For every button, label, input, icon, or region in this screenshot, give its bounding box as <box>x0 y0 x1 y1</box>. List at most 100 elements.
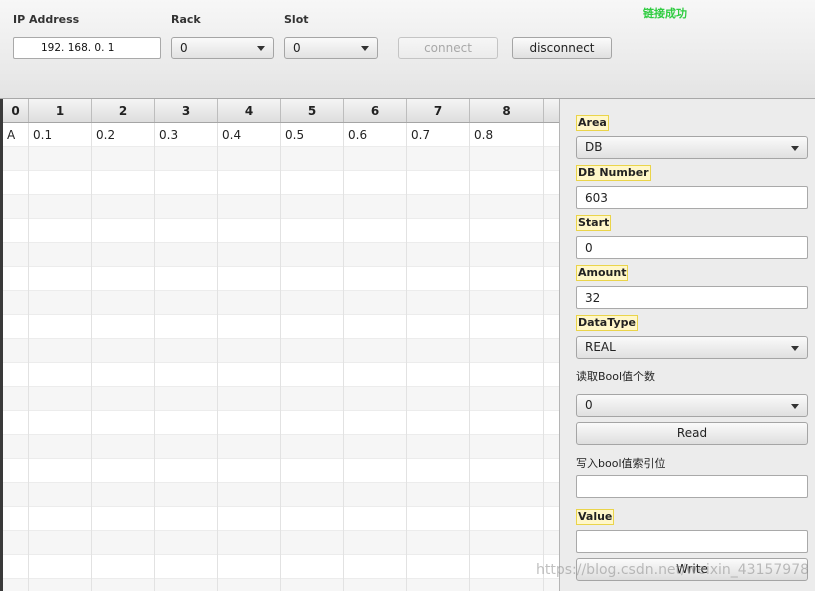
table-cell[interactable] <box>155 171 218 195</box>
table-row[interactable] <box>3 363 559 387</box>
table-cell[interactable] <box>344 147 407 171</box>
table-cell[interactable] <box>92 267 155 291</box>
table-cell[interactable] <box>344 507 407 531</box>
table-row[interactable] <box>3 291 559 315</box>
table-cell[interactable] <box>29 267 92 291</box>
table-cell[interactable] <box>344 459 407 483</box>
table-cell[interactable] <box>470 291 544 315</box>
table-cell[interactable] <box>344 291 407 315</box>
table-row[interactable] <box>3 195 559 219</box>
table-cell[interactable] <box>218 435 281 459</box>
table-cell[interactable] <box>344 219 407 243</box>
column-header[interactable]: 3 <box>155 99 218 122</box>
table-row[interactable] <box>3 267 559 291</box>
table-cell[interactable] <box>470 219 544 243</box>
table-row[interactable] <box>3 147 559 171</box>
table-cell[interactable] <box>470 435 544 459</box>
table-cell[interactable] <box>407 387 470 411</box>
table-cell[interactable] <box>3 267 29 291</box>
bool-count-select[interactable]: 0 <box>576 394 808 417</box>
table-cell[interactable] <box>407 555 470 579</box>
table-cell[interactable] <box>218 195 281 219</box>
table-cell[interactable] <box>407 219 470 243</box>
table-cell[interactable] <box>29 579 92 591</box>
table-cell[interactable] <box>92 483 155 507</box>
table-cell[interactable] <box>281 459 344 483</box>
table-cell[interactable] <box>470 531 544 555</box>
table-cell[interactable] <box>407 363 470 387</box>
table-cell[interactable] <box>218 579 281 591</box>
table-cell[interactable] <box>470 339 544 363</box>
table-cell[interactable] <box>281 147 344 171</box>
table-cell[interactable] <box>155 291 218 315</box>
slot-select[interactable]: 0 <box>284 37 378 59</box>
table-cell[interactable] <box>29 219 92 243</box>
table-cell[interactable] <box>155 195 218 219</box>
table-cell[interactable] <box>29 531 92 555</box>
table-cell[interactable]: 0.8 <box>470 123 544 147</box>
table-cell[interactable] <box>218 387 281 411</box>
table-cell[interactable] <box>29 147 92 171</box>
table-cell[interactable] <box>92 555 155 579</box>
table-cell[interactable] <box>3 291 29 315</box>
table-cell[interactable]: 0.4 <box>218 123 281 147</box>
table-cell[interactable] <box>218 267 281 291</box>
table-cell[interactable] <box>3 219 29 243</box>
table-cell[interactable] <box>29 555 92 579</box>
table-cell[interactable] <box>407 147 470 171</box>
table-cell[interactable] <box>407 195 470 219</box>
table-cell[interactable] <box>407 339 470 363</box>
table-cell[interactable] <box>218 555 281 579</box>
table-cell[interactable] <box>29 315 92 339</box>
amount-input[interactable] <box>576 286 808 309</box>
table-cell[interactable] <box>470 387 544 411</box>
table-cell[interactable] <box>3 171 29 195</box>
table-cell[interactable] <box>281 483 344 507</box>
table-cell[interactable] <box>155 531 218 555</box>
table-row[interactable] <box>3 555 559 579</box>
table-cell[interactable] <box>407 291 470 315</box>
table-row[interactable] <box>3 171 559 195</box>
table-cell[interactable] <box>407 483 470 507</box>
column-header[interactable]: 7 <box>407 99 470 122</box>
table-cell[interactable] <box>218 507 281 531</box>
table-cell[interactable] <box>92 147 155 171</box>
table-cell[interactable] <box>29 435 92 459</box>
table-cell[interactable] <box>3 195 29 219</box>
table-cell[interactable] <box>281 363 344 387</box>
start-input[interactable] <box>576 236 808 259</box>
table-cell[interactable] <box>92 339 155 363</box>
table-cell[interactable] <box>155 147 218 171</box>
table-cell[interactable]: 0.3 <box>155 123 218 147</box>
table-cell[interactable] <box>92 507 155 531</box>
table-cell[interactable] <box>407 459 470 483</box>
table-cell[interactable] <box>281 387 344 411</box>
read-button[interactable]: Read <box>576 422 808 445</box>
table-cell[interactable] <box>344 435 407 459</box>
table-cell[interactable] <box>92 195 155 219</box>
table-cell[interactable] <box>155 507 218 531</box>
table-cell[interactable] <box>281 435 344 459</box>
table-cell[interactable] <box>470 555 544 579</box>
table-cell[interactable] <box>281 507 344 531</box>
table-cell[interactable] <box>3 555 29 579</box>
table-cell[interactable] <box>470 483 544 507</box>
table-cell[interactable] <box>344 363 407 387</box>
table-cell[interactable] <box>470 579 544 591</box>
column-header[interactable]: 0 <box>3 99 29 122</box>
area-select[interactable]: DB <box>576 136 808 159</box>
table-row[interactable] <box>3 315 559 339</box>
table-cell[interactable] <box>155 411 218 435</box>
table-row[interactable]: A 0.1 0.2 0.3 0.4 0.5 0.6 0.7 0.8 <box>3 123 559 147</box>
table-cell[interactable] <box>3 339 29 363</box>
table-cell[interactable]: A <box>3 123 29 147</box>
disconnect-button[interactable]: disconnect <box>512 37 612 59</box>
table-cell[interactable] <box>281 555 344 579</box>
table-cell[interactable]: 0.1 <box>29 123 92 147</box>
table-cell[interactable] <box>281 267 344 291</box>
table-cell[interactable] <box>92 531 155 555</box>
table-cell[interactable] <box>281 195 344 219</box>
table-cell[interactable] <box>155 219 218 243</box>
table-cell[interactable] <box>92 219 155 243</box>
table-cell[interactable] <box>218 219 281 243</box>
